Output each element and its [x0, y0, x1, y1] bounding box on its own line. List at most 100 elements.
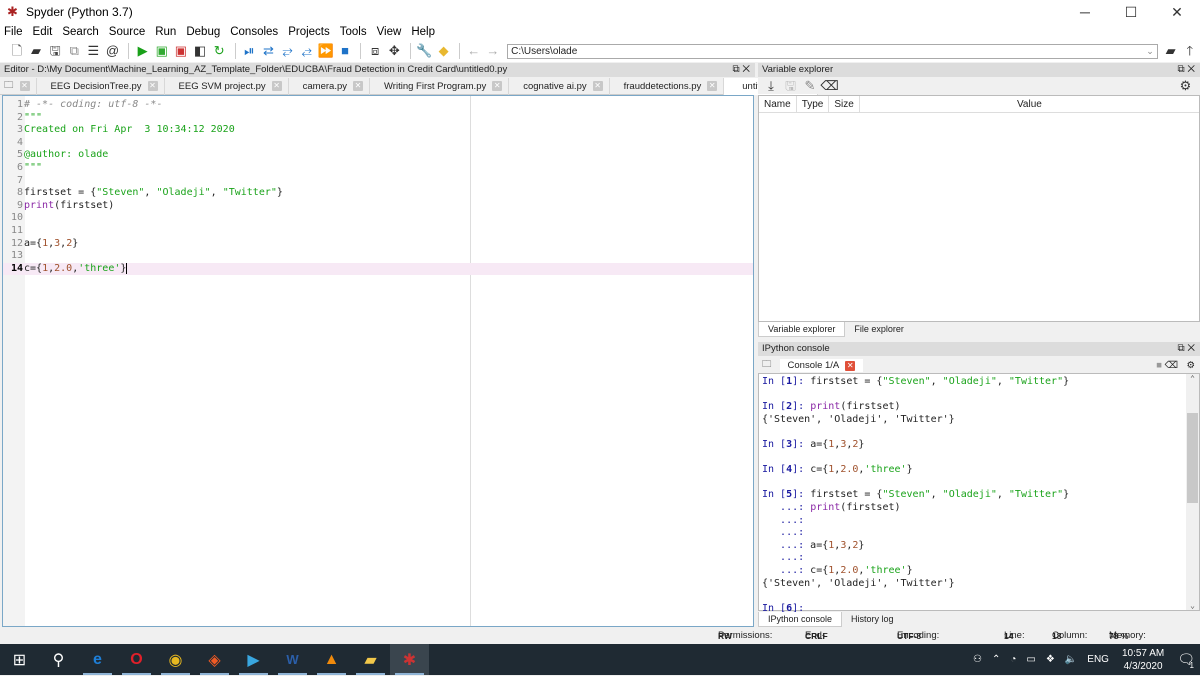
at-sign-icon[interactable]: @: [104, 42, 122, 60]
edge-icon[interactable]: e: [78, 644, 117, 675]
open-file-icon[interactable]: ▰: [27, 42, 45, 60]
preferences-icon[interactable]: 🔧: [416, 42, 434, 60]
tab-file-explorer[interactable]: File explorer: [845, 322, 913, 337]
file-explorer-icon[interactable]: ▰: [351, 644, 390, 675]
scroll-up-icon[interactable]: ⌃: [1186, 374, 1199, 383]
menu-projects[interactable]: Projects: [288, 26, 330, 38]
chrome-icon[interactable]: ◉: [156, 644, 195, 675]
fullscreen-icon[interactable]: ✥: [385, 42, 403, 60]
save-data-icon[interactable]: 🖫: [782, 77, 800, 95]
tab-ipython-console[interactable]: IPython console: [758, 612, 843, 627]
brave-icon[interactable]: ◈: [195, 644, 234, 675]
tab-frauddetections[interactable]: frauddetections.py ✕: [610, 77, 725, 95]
code-editor[interactable]: 1# -*- coding: utf-8 -*- 2""" 3Created o…: [2, 95, 754, 627]
windows-start-icon[interactable]: ⊞: [0, 644, 39, 675]
menu-source[interactable]: Source: [109, 26, 145, 38]
undock-icon[interactable]: ⧉: [1177, 343, 1184, 354]
scroll-thumb[interactable]: [1187, 413, 1198, 503]
browse-folder-icon[interactable]: ▰: [1162, 42, 1180, 60]
outline-icon[interactable]: ☰: [85, 42, 103, 60]
interrupt-kernel-icon[interactable]: ■: [1156, 360, 1162, 371]
menu-view[interactable]: View: [377, 26, 402, 38]
chevron-down-icon[interactable]: ⌄: [1146, 45, 1154, 58]
close-pane-icon[interactable]: ✕: [1187, 64, 1195, 75]
close-pane-icon[interactable]: ✕: [742, 64, 750, 75]
python-path-icon[interactable]: ◆: [435, 42, 453, 60]
menu-consoles[interactable]: Consoles: [230, 26, 278, 38]
vlc-icon[interactable]: ▲: [312, 644, 351, 675]
remote-desktop-icon[interactable]: ▶: [234, 644, 273, 675]
tab-writing-first-program[interactable]: Writing First Program.py ✕: [370, 77, 510, 95]
spyder-taskbar-icon[interactable]: ✱: [390, 644, 429, 675]
tab-camera[interactable]: camera.py ✕: [289, 77, 370, 95]
save-data-as-icon[interactable]: ✎: [801, 77, 819, 95]
word-icon[interactable]: W: [273, 644, 312, 675]
menu-file[interactable]: File: [4, 26, 23, 38]
run-cell-icon[interactable]: ▣: [153, 42, 171, 60]
eraser-icon[interactable]: ⌫: [1165, 360, 1178, 371]
close-icon[interactable]: ✕: [19, 81, 30, 91]
maximize-button[interactable]: ☐: [1108, 0, 1154, 24]
step-icon[interactable]: ⇄: [260, 42, 278, 60]
save-all-icon[interactable]: ⧉: [65, 42, 83, 60]
undock-icon[interactable]: ⧉: [1177, 64, 1184, 75]
run-icon[interactable]: ▶: [134, 42, 152, 60]
close-tab-icon[interactable]: ✕: [353, 81, 363, 91]
close-tab-icon[interactable]: ✕: [707, 81, 718, 91]
search-icon[interactable]: ⚲: [39, 644, 78, 675]
chevron-up-icon[interactable]: ⌃: [992, 654, 1000, 665]
step-into-icon[interactable]: ⥂: [279, 42, 297, 60]
parent-dir-icon[interactable]: 🡑: [1181, 42, 1199, 60]
close-tab-icon[interactable]: ✕: [271, 81, 282, 91]
people-icon[interactable]: ⚇: [973, 654, 982, 665]
continue-icon[interactable]: ⏩: [317, 42, 335, 60]
undock-icon[interactable]: ⧉: [732, 64, 739, 75]
tab-eeg-decisiontree[interactable]: EEG DecisionTree.py ✕: [37, 77, 165, 95]
folder-icon[interactable]: 🗀: [762, 357, 772, 373]
tab-eeg-svm[interactable]: EEG SVM project.py ✕: [165, 77, 289, 95]
gear-icon[interactable]: ⚙: [1177, 77, 1195, 95]
save-icon[interactable]: 🖫: [46, 42, 64, 60]
scroll-down-icon[interactable]: ⌄: [1186, 601, 1199, 610]
battery-icon[interactable]: ▭: [1026, 654, 1035, 665]
console-scrollbar[interactable]: ⌃ ⌄: [1186, 374, 1199, 610]
menu-edit[interactable]: Edit: [33, 26, 53, 38]
step-return-icon[interactable]: ⥄: [298, 42, 316, 60]
menu-search[interactable]: Search: [62, 26, 98, 38]
maximize-pane-icon[interactable]: ⧈: [366, 42, 384, 60]
close-button[interactable]: ✕: [1154, 0, 1200, 24]
column-type[interactable]: Type: [797, 96, 830, 112]
dropbox-icon[interactable]: ❖: [1046, 654, 1055, 665]
tab-console-1a[interactable]: Console 1/A ✕: [779, 358, 864, 372]
minimize-button[interactable]: ─: [1062, 0, 1108, 24]
notification-icon[interactable]: 🗨 1: [1177, 651, 1195, 670]
tab-history-log[interactable]: History log: [842, 612, 903, 627]
column-value[interactable]: Value: [860, 96, 1199, 112]
browse-tabs-button[interactable]: 🗀 ✕: [0, 77, 37, 95]
column-size[interactable]: Size: [829, 96, 860, 112]
close-tab-icon[interactable]: ✕: [147, 81, 158, 91]
re-run-icon[interactable]: ↻: [210, 42, 228, 60]
column-name[interactable]: Name: [759, 96, 797, 112]
close-tab-icon[interactable]: ✕: [592, 81, 603, 91]
gear-icon[interactable]: ⚙: [1186, 360, 1195, 371]
opera-icon[interactable]: O: [117, 644, 156, 675]
run-cell-advance-icon[interactable]: ▣: [172, 42, 190, 60]
tab-cognative-ai[interactable]: cognative ai.py ✕: [509, 77, 610, 95]
clock[interactable]: 10:57 AM 4/3/2020: [1122, 647, 1164, 673]
menu-tools[interactable]: Tools: [340, 26, 367, 38]
debug-icon[interactable]: ⏯: [241, 42, 259, 60]
volume-icon[interactable]: 🔈: [1065, 654, 1077, 665]
working-directory-input[interactable]: C:\Users\olade ⌄: [507, 43, 1158, 59]
forward-arrow-icon[interactable]: →: [484, 42, 502, 60]
menu-help[interactable]: Help: [411, 26, 435, 38]
stop-debug-icon[interactable]: ■: [336, 42, 354, 60]
menu-debug[interactable]: Debug: [186, 26, 220, 38]
close-tab-icon[interactable]: ✕: [845, 360, 856, 371]
back-arrow-icon[interactable]: ←: [465, 42, 483, 60]
wifi-icon[interactable]: ◔: [1010, 654, 1016, 665]
close-tab-icon[interactable]: ✕: [492, 81, 503, 91]
ipython-console[interactable]: In [1]: firstset = {"Steven", "Oladeji",…: [758, 373, 1200, 614]
tab-variable-explorer[interactable]: Variable explorer: [758, 322, 846, 337]
language-indicator[interactable]: ENG: [1087, 654, 1109, 665]
